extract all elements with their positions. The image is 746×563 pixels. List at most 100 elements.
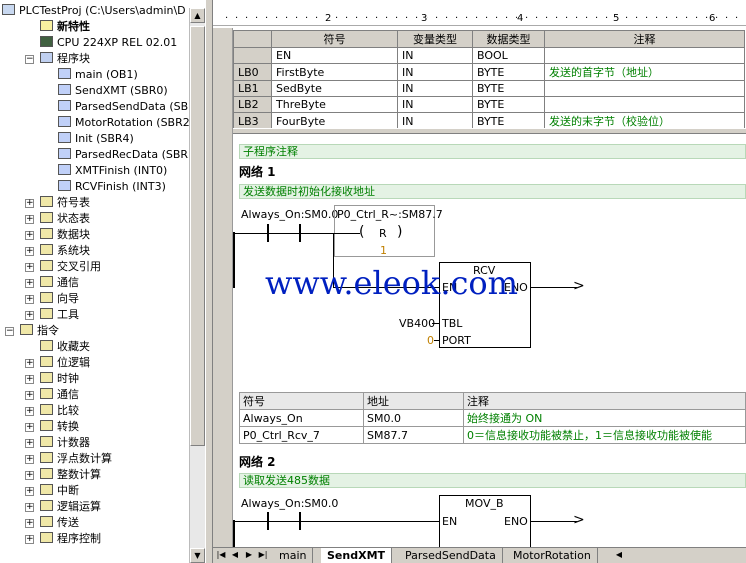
scroll-down-icon[interactable]: ▼ <box>190 548 205 563</box>
network2-comment[interactable]: 读取发送485数据 <box>239 473 746 488</box>
scroll-up-icon[interactable]: ▲ <box>190 8 205 23</box>
variable-cell-comment[interactable] <box>544 80 745 97</box>
expand-icon[interactable]: + <box>25 439 34 448</box>
collapse-icon[interactable]: − <box>5 327 14 336</box>
tree-item[interactable]: 计数器 <box>40 435 90 451</box>
variable-cell-sym[interactable]: EN <box>271 47 398 64</box>
network2-title[interactable]: 网络 2 <box>239 453 276 470</box>
variable-cell-addr[interactable]: LB0 <box>233 63 272 81</box>
expand-icon[interactable]: + <box>25 247 34 256</box>
variable-row[interactable]: LB1 SedByte IN BYTE <box>233 80 745 97</box>
tree-item[interactable]: 系统块 <box>40 243 90 259</box>
variable-cell-sym[interactable]: FourByte <box>271 112 398 130</box>
variable-row[interactable]: LB3 FourByte IN BYTE 发送的末字节（校验位） <box>233 112 745 130</box>
tree-item[interactable]: 程序控制 <box>40 531 101 547</box>
network1-title[interactable]: 网络 1 <box>239 163 276 180</box>
variable-cell-vtype[interactable]: IN <box>397 63 473 81</box>
tree-item[interactable]: Init (SBR4) <box>58 131 134 147</box>
tree-item[interactable]: 转换 <box>40 419 79 435</box>
subroutine-comment[interactable]: 子程序注释 <box>239 144 746 159</box>
tree-root[interactable]: PLCTestProj (C:\Users\admin\D <box>2 3 186 19</box>
tree-item[interactable]: 逻辑运算 <box>40 499 101 515</box>
collapse-icon[interactable]: − <box>25 55 34 64</box>
variable-cell-vtype[interactable]: IN <box>397 96 473 113</box>
tree-item[interactable]: 新特性 <box>40 19 90 35</box>
expand-icon[interactable]: + <box>25 487 34 496</box>
expand-icon[interactable]: + <box>25 279 34 288</box>
prev-tab-icon[interactable]: ◀ <box>229 549 241 562</box>
tree-item[interactable]: 工具 <box>40 307 79 323</box>
variable-cell-comment[interactable]: 发送的首字节（地址） <box>544 63 745 81</box>
tree-item[interactable]: 浮点数计算 <box>40 451 112 467</box>
tab-parsedsenddata[interactable]: ParsedSendData <box>399 548 503 563</box>
tree-item[interactable]: MotorRotation (SBR2) <box>58 115 194 131</box>
variable-cell-sym[interactable]: SedByte <box>271 80 398 97</box>
rcv-port-value[interactable]: 0 <box>427 334 434 347</box>
variable-cell-dtype[interactable]: BYTE <box>472 96 545 113</box>
variable-cell-vtype[interactable]: IN <box>397 80 473 97</box>
tree-item[interactable]: 中断 <box>40 483 79 499</box>
variable-cell-addr[interactable]: LB2 <box>233 96 272 113</box>
variable-cell-addr[interactable]: LB3 <box>233 112 272 130</box>
tree-item[interactable]: 通信 <box>40 275 79 291</box>
expand-icon[interactable]: + <box>25 199 34 208</box>
tree-item[interactable]: 收藏夹 <box>40 339 90 355</box>
tree-item[interactable]: 指令 <box>20 323 59 339</box>
variable-row[interactable]: EN IN BOOL <box>233 47 745 64</box>
variable-cell-dtype[interactable]: BOOL <box>472 47 545 64</box>
tree-item[interactable]: XMTFinish (INT0) <box>58 163 167 179</box>
tree-item[interactable]: 交叉引用 <box>40 259 101 275</box>
tab-main[interactable]: main <box>273 548 314 563</box>
expand-icon[interactable]: + <box>25 471 34 480</box>
variable-cell-sym[interactable]: FirstByte <box>271 63 398 81</box>
tree-item[interactable]: RCVFinish (INT3) <box>58 179 166 195</box>
table-divider[interactable] <box>233 128 746 134</box>
tree-item[interactable]: 状态表 <box>40 211 90 227</box>
network1-comment[interactable]: 发送数据时初始化接收地址 <box>239 184 746 199</box>
tab-motorrotation[interactable]: MotorRotation <box>507 548 598 563</box>
expand-icon[interactable]: + <box>25 311 34 320</box>
tab-sendxmt[interactable]: SendXMT <box>321 548 393 563</box>
variable-row[interactable]: LB2 ThreByte IN BYTE <box>233 96 745 113</box>
last-tab-icon[interactable]: ▶| <box>257 549 269 562</box>
expand-icon[interactable]: + <box>25 423 34 432</box>
hscroll-left-icon[interactable]: ◀ <box>613 549 625 562</box>
tree-item[interactable]: ParsedRecData (SBR5 <box>58 147 195 163</box>
tree-item[interactable]: 数据块 <box>40 227 90 243</box>
variable-cell-comment[interactable] <box>544 47 745 64</box>
variable-cell-dtype[interactable]: BYTE <box>472 80 545 97</box>
variable-cell-dtype[interactable]: BYTE <box>472 112 545 130</box>
tree-item[interactable]: 时钟 <box>40 371 79 387</box>
tree-item[interactable]: 符号表 <box>40 195 90 211</box>
variable-cell-vtype[interactable]: IN <box>397 112 473 130</box>
tree-item[interactable]: 位逻辑 <box>40 355 90 371</box>
variable-cell-comment[interactable] <box>544 96 745 113</box>
expand-icon[interactable]: + <box>25 391 34 400</box>
rcv-tbl-value[interactable]: VB400 <box>399 317 435 330</box>
first-tab-icon[interactable]: |◀ <box>215 549 227 562</box>
tree-item[interactable]: 程序块 <box>40 51 90 67</box>
tree-item[interactable]: 传送 <box>40 515 79 531</box>
expand-icon[interactable]: + <box>25 263 34 272</box>
variable-cell-comment[interactable]: 发送的末字节（校验位） <box>544 112 745 130</box>
tree-item[interactable]: 通信 <box>40 387 79 403</box>
expand-icon[interactable]: + <box>25 359 34 368</box>
variable-cell-addr[interactable] <box>233 47 272 64</box>
tree-item[interactable]: 向导 <box>40 291 79 307</box>
expand-icon[interactable]: + <box>25 519 34 528</box>
variable-cell-sym[interactable]: ThreByte <box>271 96 398 113</box>
expand-icon[interactable]: + <box>25 375 34 384</box>
tree-item[interactable]: ParsedSendData (SBR1 <box>58 99 203 115</box>
expand-icon[interactable]: + <box>25 535 34 544</box>
tree-item[interactable]: 比较 <box>40 403 79 419</box>
variable-cell-dtype[interactable]: BYTE <box>472 63 545 81</box>
expand-icon[interactable]: + <box>25 231 34 240</box>
expand-icon[interactable]: + <box>25 295 34 304</box>
variable-cell-vtype[interactable]: IN <box>397 47 473 64</box>
scroll-thumb[interactable] <box>190 26 205 446</box>
panel-splitter[interactable] <box>205 0 213 563</box>
tree-item[interactable]: main (OB1) <box>58 67 138 83</box>
tree-item[interactable]: CPU 224XP REL 02.01 <box>40 35 177 51</box>
variable-row[interactable]: LB0 FirstByte IN BYTE 发送的首字节（地址） <box>233 63 745 81</box>
expand-icon[interactable]: + <box>25 407 34 416</box>
